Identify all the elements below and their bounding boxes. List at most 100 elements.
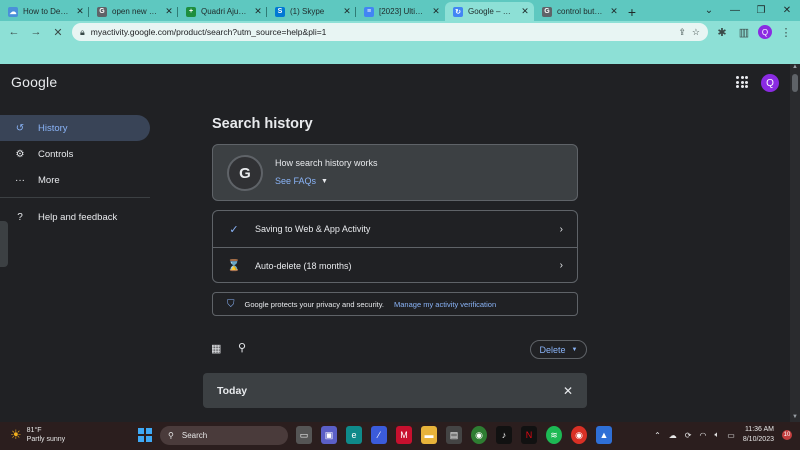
profile-avatar[interactable]: Q (758, 25, 772, 39)
share-icon[interactable]: ⇪ (678, 27, 686, 38)
chrome-icon[interactable]: ◉ (471, 426, 487, 444)
task-view-icon[interactable]: ▭ (296, 426, 312, 444)
skype-icon: S (275, 6, 285, 17)
pinned-apps: ▭ ▣ e ⁄ M ▬ ▤ ◉ ♪ N ≋ ◉ ▲ (296, 426, 612, 444)
forward-arrow-icon[interactable]: → (28, 24, 44, 40)
auto-delete-icon: ⌛ (227, 260, 241, 272)
tab-3[interactable]: S (1) Skype ✕ (267, 2, 356, 21)
new-tab-button[interactable]: + (623, 2, 641, 21)
back-arrow-icon[interactable]: ← (6, 24, 22, 40)
settings-card: ✓ Saving to Web & App Activity › ⌛ Auto-… (212, 210, 578, 283)
today-section-header: Today ✕ (203, 373, 587, 408)
nav-item-more[interactable]: ··· More (0, 167, 150, 193)
restore-button[interactable]: ❐ (748, 0, 774, 21)
calendar-icon[interactable]: ▦ (211, 342, 221, 355)
weather-widget[interactable]: ☀ 81°F Partly sunny (10, 426, 65, 444)
store-icon[interactable]: ▤ (446, 426, 462, 444)
how-heading: How search history works (275, 158, 378, 168)
tab-2[interactable]: +Quadri Ajuwon -✕ (178, 2, 267, 21)
mcafee-icon[interactable]: M (396, 426, 412, 444)
address-bar[interactable]: 🔒︎ myactivity.google.com/product/search?… (72, 23, 708, 41)
chevron-up-icon[interactable]: ⌃ (654, 431, 661, 440)
close-window-button[interactable]: ✕ (774, 0, 800, 21)
page-title: Search history (212, 116, 313, 132)
teams-chat-icon[interactable]: ▣ (321, 426, 337, 444)
page-scrollbar[interactable]: ▲ ▼ (790, 64, 800, 422)
web-app-activity-row[interactable]: ✓ Saving to Web & App Activity › (213, 211, 577, 247)
volume-icon[interactable]: 🔈︎ (714, 430, 719, 440)
close-tab-icon[interactable]: ✕ (431, 6, 441, 17)
bookmark-bar (0, 43, 800, 64)
close-tab-icon[interactable]: ✕ (520, 6, 530, 17)
spotify-icon[interactable]: ≋ (546, 426, 562, 444)
tab-1[interactable]: Gopen new windo✕ (89, 2, 178, 21)
search-icon: ⚲ (168, 431, 174, 440)
close-tab-icon[interactable]: ✕ (342, 6, 352, 17)
tab-6[interactable]: Gcontrol buttons o✕ (534, 2, 623, 21)
clock[interactable]: 11:36 AM 8/10/2023 (743, 425, 774, 445)
nav-item-help[interactable]: ? Help and feedback (0, 204, 150, 230)
close-tab-icon[interactable]: ✕ (253, 6, 263, 17)
side-navigation: ↺ History ⚙ Controls ··· More ? Help and fee… (0, 115, 152, 230)
activity-icon: ↻ (453, 6, 463, 17)
scrollbar-thumb[interactable] (792, 74, 798, 92)
close-icon[interactable]: ✕ (563, 384, 573, 398)
google-icon: G (97, 6, 107, 17)
windows-taskbar: ☀ 81°F Partly sunny ⚲ Search ▭ ▣ e ⁄ M ▬ ▤… (0, 422, 800, 450)
nav-item-controls[interactable]: ⚙ Controls (0, 141, 150, 167)
more-icon: ··· (15, 174, 25, 186)
onedrive-icon[interactable]: ☁ (669, 431, 677, 440)
google-apps-icon[interactable] (736, 76, 748, 88)
see-faqs-button[interactable]: See FAQs ▼ (275, 176, 328, 186)
system-tray: ⌃ ☁ ⟳ ◠ 🔈︎ ▭ 11:36 AM 8/10/2023 10 (654, 425, 792, 445)
account-avatar[interactable]: Q (761, 74, 779, 92)
close-tab-icon[interactable]: ✕ (75, 6, 85, 17)
wifi-icon[interactable]: ◠ (699, 431, 706, 440)
tab-4[interactable]: ≡[2023] Ultimate G✕ (356, 2, 445, 21)
auto-delete-row[interactable]: ⌛ Auto-delete (18 months) › (213, 247, 577, 283)
partly-sunny-icon: ☀ (10, 427, 22, 442)
battery-icon[interactable]: ▭ (727, 431, 735, 440)
windows-start-icon[interactable] (138, 428, 152, 442)
minimize-button[interactable]: — (722, 0, 748, 21)
photos-icon[interactable]: ▲ (596, 426, 612, 444)
tiktok-icon[interactable]: ♪ (496, 426, 512, 444)
bookmark-star-icon[interactable]: ☆ (692, 27, 700, 38)
google-icon: G (542, 6, 552, 17)
privacy-banner: ⛉ Google protects your privacy and secur… (212, 292, 578, 316)
close-tab-icon[interactable]: ✕ (164, 6, 174, 17)
history-icon: ↺ (15, 122, 25, 134)
notification-badge[interactable]: 10 (782, 430, 792, 440)
google-g-icon: G (227, 155, 263, 191)
close-tab-icon[interactable]: ✕ (609, 6, 619, 17)
delete-dropdown-button[interactable]: Delete ▼ (530, 340, 587, 359)
netflix-icon[interactable]: N (521, 426, 537, 444)
caret-down-icon: ▼ (321, 177, 328, 185)
taskbar-search[interactable]: ⚲ Search (160, 426, 288, 445)
nav-divider (0, 197, 150, 198)
chrome-active-icon[interactable]: ◉ (571, 426, 587, 444)
lock-icon[interactable]: 🔒︎ (80, 27, 85, 38)
search-icon[interactable]: ⚲ (238, 341, 246, 354)
edge-icon[interactable]: e (346, 426, 362, 444)
menu-kebab-icon[interactable]: ⋮ (778, 24, 794, 40)
side-panel-icon[interactable]: ▥ (736, 24, 752, 40)
extensions-icon[interactable]: ✱ (714, 24, 730, 40)
manage-verification-link[interactable]: Manage my activity verification (394, 300, 496, 309)
scroll-up-icon[interactable]: ▲ (790, 64, 800, 72)
url-text[interactable]: myactivity.google.com/product/search?utm… (91, 27, 673, 37)
how-search-history-card: G How search history works See FAQs ▼ (212, 144, 578, 201)
scroll-down-icon[interactable]: ▼ (790, 414, 800, 422)
tab-strip: ☁How to Detect a✕ Gopen new windo✕ +Quad… (0, 0, 800, 21)
sync-icon[interactable]: ⟳ (685, 431, 692, 440)
window-controls: ⌄ — ❐ ✕ (696, 0, 800, 21)
stop-loading-icon[interactable]: ✕ (50, 24, 66, 40)
side-panel-handle[interactable] (0, 221, 8, 267)
tab-search-icon[interactable]: ⌄ (696, 0, 722, 21)
google-logo[interactable]: Google (11, 74, 57, 90)
nav-item-history[interactable]: ↺ History (0, 115, 150, 141)
file-explorer-icon[interactable]: ▬ (421, 426, 437, 444)
tab-0[interactable]: ☁How to Detect a✕ (0, 2, 89, 21)
vpn-app-icon[interactable]: ⁄ (371, 426, 387, 444)
tab-5-active[interactable]: ↻Google – My Act✕ (445, 2, 534, 21)
